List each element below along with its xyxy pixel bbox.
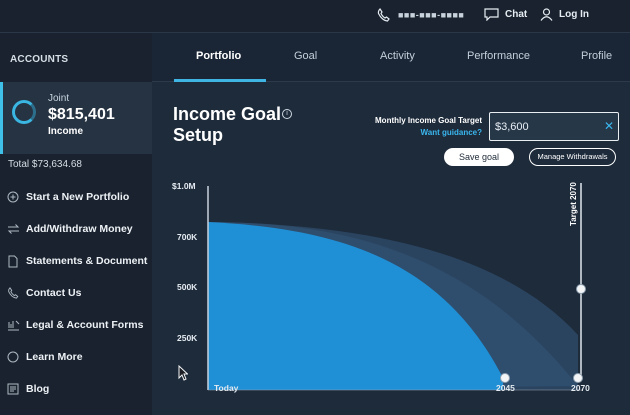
phone-number: ■■■-■■■-■■■■ [398, 10, 465, 20]
save-goal-button[interactable]: Save goal [444, 148, 514, 166]
chat-label: Chat [505, 9, 528, 20]
tab-portfolio[interactable]: Portfolio [196, 50, 241, 62]
sidebar-item-learn-more[interactable]: Learn More [0, 341, 152, 373]
page-title: Income Goal Setup [173, 104, 282, 145]
clear-icon[interactable]: ✕ [604, 119, 614, 133]
tab-activity[interactable]: Activity [380, 50, 415, 62]
tab-goal[interactable]: Goal [294, 50, 317, 62]
sidebar: ACCOUNTS Joint $815,401 Income Total $73… [0, 33, 152, 415]
info-icon[interactable]: i [282, 109, 292, 119]
phone-icon [377, 8, 390, 22]
sidebar-item-blog[interactable]: Blog [0, 373, 152, 405]
document-icon [6, 254, 20, 268]
login-link[interactable]: Log In [540, 8, 589, 21]
circle-icon [6, 350, 20, 364]
account-subtitle: Income [48, 126, 84, 137]
top-bar: ■■■-■■■-■■■■ Chat Log In [0, 0, 630, 33]
sidebar-item-label: Legal & Account Forms [26, 319, 144, 331]
login-label: Log In [559, 9, 589, 20]
sidebar-item-label: Learn More [26, 351, 83, 363]
transfer-arrows-icon [6, 222, 20, 236]
sidebar-item-label: Contact Us [26, 287, 82, 299]
sidebar-item-statements[interactable]: Statements & Document [0, 245, 152, 277]
manage-withdrawals-button[interactable]: Manage Withdrawals [529, 148, 616, 166]
accounts-total: Total $73,634.68 [8, 159, 82, 170]
side-nav: Start a New Portfolio Add/Withdraw Money… [0, 181, 152, 405]
account-type: Joint [48, 93, 70, 104]
tab-performance[interactable]: Performance [467, 50, 530, 62]
account-value: $815,401 [48, 106, 115, 123]
target-label: Monthly Income Goal Target [375, 116, 482, 125]
sidebar-item-label: Blog [26, 383, 50, 395]
forms-icon [6, 318, 20, 332]
chat-icon [484, 8, 499, 21]
sidebar-item-legal-forms[interactable]: Legal & Account Forms [0, 309, 152, 341]
income-target-input[interactable] [489, 112, 619, 141]
sidebar-item-label: Statements & Document [26, 255, 148, 267]
sidebar-item-contact[interactable]: Contact Us [0, 277, 152, 309]
blog-icon [6, 382, 20, 396]
account-ring-icon [12, 100, 36, 124]
sidebar-item-add-withdraw[interactable]: Add/Withdraw Money [0, 213, 152, 245]
main-panel: Portfolio Goal Activity Performance Prof… [152, 33, 630, 415]
tab-profile[interactable]: Profile [581, 50, 612, 62]
active-tab-indicator [174, 79, 266, 82]
sidebar-item-label: Add/Withdraw Money [26, 223, 133, 235]
sidebar-item-label: Start a New Portfolio [26, 191, 130, 203]
account-card[interactable]: Joint $815,401 Income [0, 82, 152, 154]
phone-contact[interactable]: ■■■-■■■-■■■■ [377, 8, 464, 22]
accounts-header: ACCOUNTS [10, 54, 69, 65]
chat-link[interactable]: Chat [484, 8, 527, 21]
guidance-link[interactable]: Want guidance? [382, 128, 482, 137]
plus-circle-icon [6, 190, 20, 204]
sidebar-item-start-portfolio[interactable]: Start a New Portfolio [0, 181, 152, 213]
tab-bar: Portfolio Goal Activity Performance Prof… [152, 33, 630, 82]
user-icon [540, 8, 553, 21]
phone-icon [6, 286, 20, 300]
mouse-cursor-icon [178, 365, 188, 381]
